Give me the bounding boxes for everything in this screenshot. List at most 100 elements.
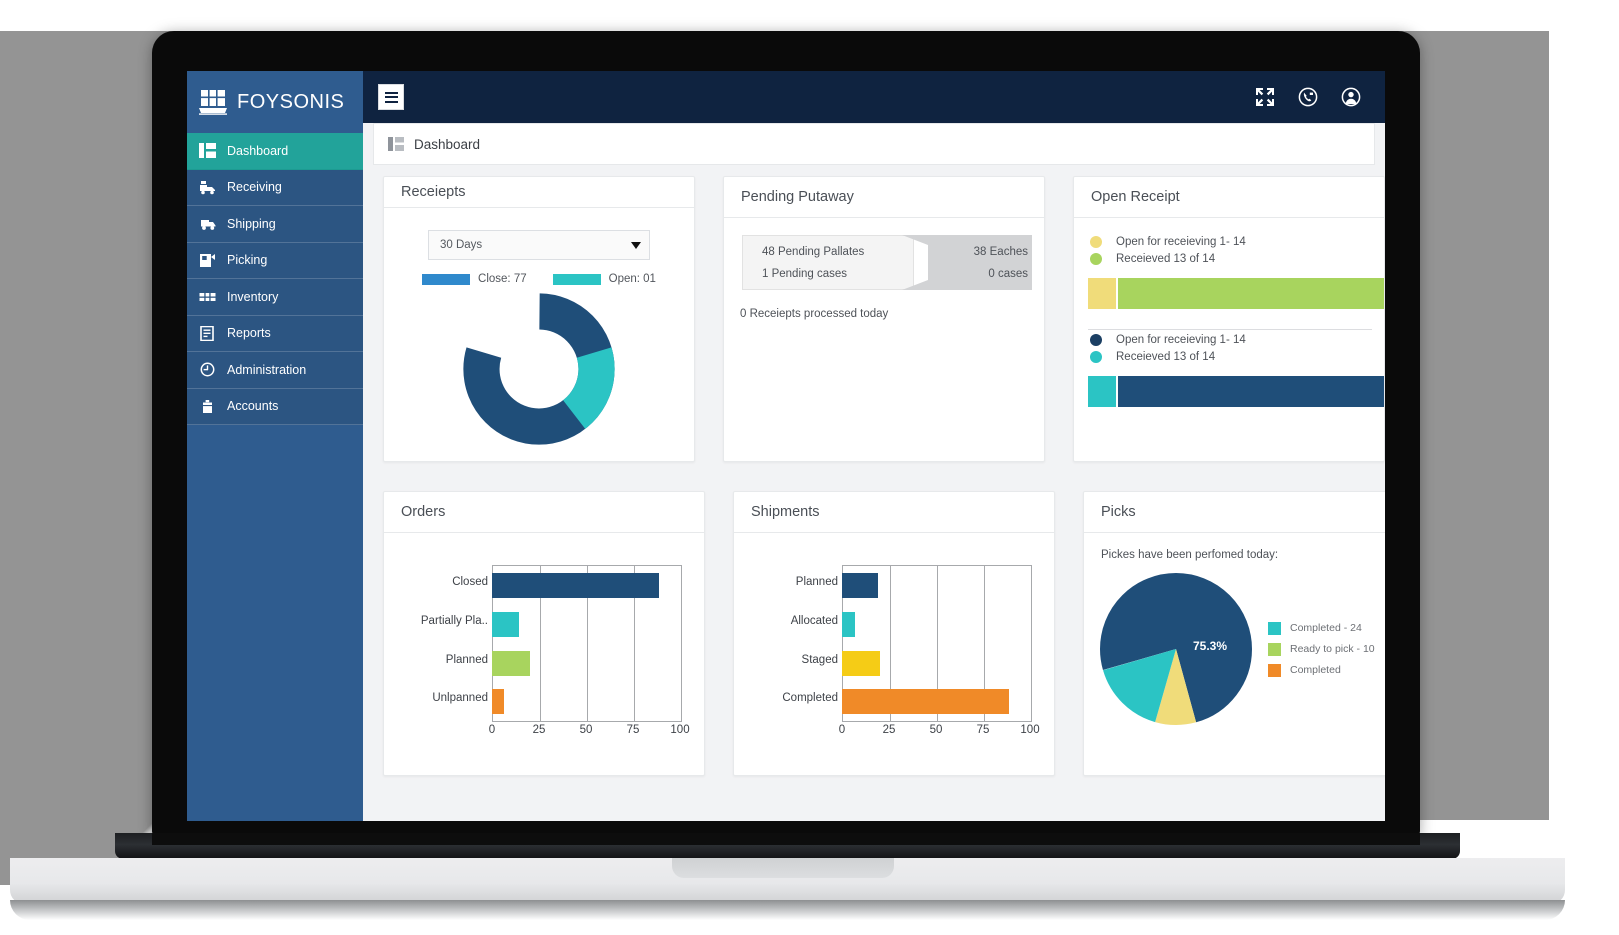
fullscreen-expand-icon[interactable] <box>1255 87 1275 107</box>
x-tick: 100 <box>1020 724 1040 736</box>
open-receipt-bar-b <box>1088 376 1384 407</box>
x-tick: 50 <box>929 724 943 736</box>
legend-dot <box>1090 253 1102 265</box>
divider <box>1088 329 1372 330</box>
sidebar-item-shipping[interactable]: Shipping <box>187 206 363 243</box>
legend-dot <box>1090 236 1102 248</box>
card-body: 30 Days Close: 77 Open: 01 <box>384 208 694 461</box>
bar-category-label: Planned <box>445 654 488 666</box>
sidebar-item-dashboard[interactable]: Dashboard <box>187 133 363 170</box>
sidebar-item-label: Picking <box>227 253 268 268</box>
sidebar-item-inventory[interactable]: Inventory <box>187 279 363 316</box>
brand-logo[interactable]: FOYSONIS <box>187 71 363 133</box>
gear-clock-icon <box>200 362 215 377</box>
card-title: Shipments <box>751 504 820 520</box>
x-axis: 0 25 50 75 100 <box>839 724 1040 744</box>
legend-item: Receieved 13 of 14 <box>1090 253 1384 265</box>
legend-label: Open: 01 <box>608 273 656 285</box>
sidebar-item-receiving[interactable]: Receiving <box>187 169 363 206</box>
bar <box>842 651 880 676</box>
laptop-deck-notch <box>672 858 894 878</box>
card-pending-putaway: Pending Putaway 48 Pending Pallates 1 Pe… <box>723 176 1045 462</box>
sidebar-item-reports[interactable]: Reports <box>187 315 363 352</box>
orders-bar-chart: Closed Partially Pla.. Planned Unlpanned… <box>400 561 690 751</box>
bar-segment-received <box>1118 278 1384 309</box>
legend-item: Ready to pick - 10 <box>1268 642 1375 656</box>
legend-item: Open: 01 <box>552 273 656 285</box>
legend-label: Receieved 13 of 14 <box>1116 253 1216 265</box>
legend-swatch <box>552 273 601 285</box>
chevron-down-icon <box>631 241 641 249</box>
legend-label: Close: 77 <box>478 273 527 285</box>
bar-category-label: Unlpanned <box>432 692 488 704</box>
card-header: Picks <box>1084 492 1385 533</box>
legend-item: Receieved 13 of 14 <box>1090 351 1384 363</box>
receipts-donut-chart <box>400 293 678 445</box>
sidebar-item-administration[interactable]: Administration <box>187 352 363 389</box>
sidebar-item-label: Administration <box>227 362 307 377</box>
bar-category-label: Staged <box>801 654 838 666</box>
legend-item: Close: 77 <box>422 273 527 285</box>
card-title: Orders <box>401 504 446 520</box>
cases-value: 0 cases <box>988 268 1028 280</box>
x-tick: 75 <box>626 724 640 736</box>
card-picks: Picks Pickes have been perfomed today: 7… <box>1083 491 1385 776</box>
pie-data-label: 75.3% <box>1193 639 1228 653</box>
sidebar-item-accounts[interactable]: Accounts <box>187 388 363 425</box>
dashboard-row-1: Receiepts 30 Days Close: 77 Open: 01 Pen… <box>383 176 1385 462</box>
card-receipts: Receiepts 30 Days Close: 77 Open: 01 <box>383 176 695 462</box>
x-tick: 50 <box>579 724 593 736</box>
bar-segment-open <box>1088 278 1116 309</box>
legend-swatch <box>422 273 471 285</box>
breadcrumb: Dashboard <box>373 123 1375 165</box>
briefcase-icon <box>203 399 212 413</box>
hamburger-icon[interactable] <box>379 85 403 109</box>
support-phone-icon[interactable] <box>1298 87 1318 107</box>
card-title: Picks <box>1101 504 1136 520</box>
card-header: Pending Putaway <box>724 177 1044 218</box>
screen-viewport: FOYSONIS Dashboard Receiving Shipping Pi… <box>187 71 1385 821</box>
dashboard-row-2: Orders Closed Partially Pla.. Planned Un… <box>383 491 1385 776</box>
receipts-legend: Close: 77 Open: 01 <box>400 273 678 285</box>
breadcrumb-label: Dashboard <box>414 136 481 152</box>
legend-dot <box>1090 351 1102 363</box>
sidebar-item-label: Accounts <box>227 399 279 414</box>
sidebar-item-picking[interactable]: Picking <box>187 242 363 279</box>
card-header: Open Receipt <box>1074 177 1384 218</box>
legend-label: Ready to pick - 10 <box>1290 643 1375 655</box>
bar-segment-received <box>1088 376 1116 407</box>
shipments-bar-chart: Planned Allocated Staged Completed 0 25 … <box>750 561 1040 751</box>
legend-label: Completed - 24 <box>1290 622 1362 634</box>
sidebar-item-label: Dashboard <box>227 143 289 158</box>
truck-ship-icon <box>201 220 216 231</box>
bar-category-label: Partially Pla.. <box>420 615 488 627</box>
topbar <box>363 71 1385 123</box>
bar-category-label: Closed <box>452 576 488 588</box>
bar <box>842 573 878 598</box>
clipboard-pick-icon <box>200 253 215 267</box>
legend-swatch <box>1268 663 1281 677</box>
legend-item: Completed <box>1268 663 1375 677</box>
legend-dot <box>1090 334 1102 346</box>
legend-item: Open for receieving 1- 14 <box>1090 236 1384 248</box>
legend-label: Completed <box>1290 664 1341 676</box>
eaches-value: 38 Eaches <box>973 246 1028 258</box>
date-range-select[interactable]: 30 Days <box>428 230 650 260</box>
bar <box>492 651 530 676</box>
legend-label: Open for receieving 1- 14 <box>1116 334 1246 346</box>
sidebar-item-label: Reports <box>227 326 271 341</box>
boxes-icon <box>199 293 216 302</box>
card-header: Receiepts <box>384 177 694 208</box>
bar <box>492 612 519 637</box>
card-title: Receiepts <box>401 184 466 200</box>
bar <box>492 689 504 714</box>
laptop-deck-shadow <box>10 900 1565 920</box>
mask-top <box>0 0 1619 31</box>
user-account-icon[interactable] <box>1341 87 1361 107</box>
date-range-value: 30 Days <box>440 239 483 251</box>
card-header: Orders <box>384 492 704 533</box>
brand-name: FOYSONIS <box>237 90 345 113</box>
card-shipments: Shipments Planned Allocated Staged Compl… <box>733 491 1055 776</box>
card-header: Shipments <box>734 492 1054 533</box>
open-receipt-bar-a <box>1088 278 1384 309</box>
